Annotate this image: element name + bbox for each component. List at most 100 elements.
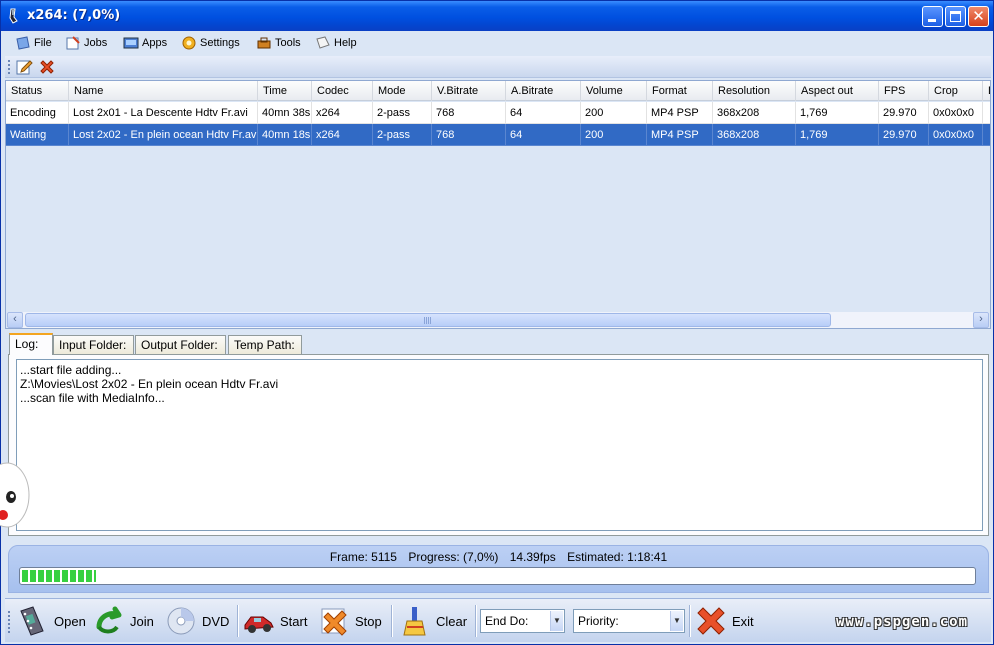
column-header-volume[interactable]: Volume — [581, 81, 647, 101]
edit-job-icon[interactable] — [15, 58, 33, 76]
exit-button[interactable]: Exit — [695, 604, 754, 638]
cell-status: Encoding — [6, 102, 69, 124]
scroll-left-icon[interactable]: ‹ — [7, 312, 23, 328]
column-header-name[interactable]: Name — [69, 81, 258, 101]
stop-icon — [321, 608, 347, 636]
cell-fps: 29.970 — [879, 124, 929, 146]
column-header-abitrate[interactable]: A.Bitrate — [506, 81, 581, 101]
toolbar-grip — [8, 60, 10, 74]
column-header-resolution[interactable]: Resolution — [713, 81, 796, 101]
cell-abitrate: 64 — [506, 102, 581, 124]
progress-text: Progress: (7,0%) — [408, 550, 499, 564]
mascot-icon — [0, 462, 30, 528]
cell-status: Waiting — [6, 124, 69, 146]
column-header-mode[interactable]: Mode — [373, 81, 432, 101]
exit-x-icon — [697, 607, 725, 635]
job-grid[interactable]: Status Name Time Codec Mode V.Bitrate A.… — [5, 80, 991, 329]
table-row-selected[interactable]: Waiting Lost 2x02 - En plein ocean Hdtv … — [6, 124, 990, 146]
join-button-label: Join — [130, 613, 154, 629]
cell-abitrate: 64 — [506, 124, 581, 146]
minimize-button[interactable] — [922, 6, 943, 27]
cell-aspect-out: 1,769 — [796, 124, 879, 146]
chevron-down-icon[interactable]: ▼ — [670, 611, 683, 631]
column-header-aspect-out[interactable]: Aspect out — [796, 81, 879, 101]
end-do-select[interactable]: End Do: ▼ — [480, 609, 565, 633]
estimated-time: Estimated: 1:18:41 — [567, 550, 668, 564]
tab-temp-path[interactable]: Temp Path: — [228, 335, 302, 355]
cell-mode: 2-pass — [373, 124, 432, 146]
toolbar-separator — [391, 605, 393, 637]
start-button[interactable]: Start — [243, 604, 307, 638]
priority-select[interactable]: Priority: ▼ — [573, 609, 685, 633]
close-button[interactable]: ✕ — [968, 6, 989, 27]
column-header-codec[interactable]: Codec — [312, 81, 373, 101]
site-watermark: www.pspgen.com — [836, 614, 969, 630]
maximize-button[interactable] — [945, 6, 966, 27]
log-line: Z:\Movies\Lost 2x02 - En plein ocean Hdt… — [20, 377, 279, 391]
jobs-icon — [66, 36, 80, 50]
open-button[interactable]: Open — [17, 604, 86, 638]
scrollbar-thumb[interactable] — [25, 313, 831, 327]
clear-button-label: Clear — [436, 613, 468, 629]
help-icon — [316, 36, 330, 49]
column-header-d[interactable]: D — [983, 81, 990, 101]
log-textarea[interactable]: ...start file adding... Z:\Movies\Lost 2… — [16, 359, 983, 531]
cell-name: Lost 2x01 - La Descente Hdtv Fr.avi — [69, 102, 258, 124]
column-header-time[interactable]: Time — [258, 81, 312, 101]
menu-help-label: Help — [334, 37, 357, 49]
menu-apps[interactable]: Apps — [123, 34, 167, 52]
job-toolbar — [5, 56, 991, 78]
column-header-fps[interactable]: FPS — [879, 81, 929, 101]
delete-job-icon[interactable] — [38, 58, 56, 76]
grid-header: Status Name Time Codec Mode V.Bitrate A.… — [6, 81, 990, 101]
cell-crop: 0x0x0x0 — [929, 102, 983, 124]
fps-readout: 14.39fps — [509, 550, 556, 564]
minimize-icon — [928, 19, 936, 22]
column-header-vbitrate[interactable]: V.Bitrate — [432, 81, 506, 101]
join-icon — [96, 606, 122, 634]
cell-format: MP4 PSP — [647, 124, 713, 146]
menu-tools[interactable]: Tools — [256, 34, 301, 52]
toolbar-grip — [8, 611, 10, 633]
toolbar-separator — [475, 605, 477, 637]
menu-help[interactable]: Help — [315, 34, 357, 52]
apps-icon — [123, 37, 139, 49]
table-row[interactable]: Encoding Lost 2x01 - La Descente Hdtv Fr… — [6, 102, 990, 124]
chevron-down-icon[interactable]: ▼ — [550, 611, 563, 631]
tab-output-folder[interactable]: Output Folder: — [135, 335, 226, 355]
grid-horizontal-scrollbar[interactable]: ‹ › — [7, 312, 989, 328]
cell-mode: 2-pass — [373, 102, 432, 124]
menu-file-label: File — [34, 37, 52, 49]
film-open-icon — [20, 606, 44, 636]
stop-button[interactable]: Stop — [318, 604, 382, 638]
column-header-crop[interactable]: Crop — [929, 81, 983, 101]
race-car-icon — [244, 616, 274, 633]
clear-button[interactable]: Clear — [399, 604, 467, 638]
open-button-label: Open — [54, 613, 86, 629]
join-button[interactable]: Join — [93, 604, 154, 638]
scroll-right-icon[interactable]: › — [973, 312, 989, 328]
menu-settings-label: Settings — [200, 37, 240, 49]
cell-vbitrate: 768 — [432, 102, 506, 124]
menu-settings[interactable]: Settings — [181, 34, 240, 52]
tab-input-folder[interactable]: Input Folder: — [53, 335, 134, 355]
start-button-label: Start — [280, 613, 308, 629]
menu-jobs[interactable]: Jobs — [65, 34, 107, 52]
progress-bar — [19, 567, 976, 585]
cell-volume: 200 — [581, 102, 647, 124]
end-do-label: End Do: — [485, 614, 529, 628]
column-header-status[interactable]: Status — [6, 81, 69, 101]
cell-format: MP4 PSP — [647, 102, 713, 124]
column-header-format[interactable]: Format — [647, 81, 713, 101]
tab-log[interactable]: Log: — [9, 333, 53, 355]
menu-file[interactable]: File — [15, 34, 52, 52]
log-line: ...scan file with MediaInfo... — [20, 391, 165, 405]
tab-panel: ...start file adding... Z:\Movies\Lost 2… — [8, 354, 989, 536]
cell-resolution: 368x208 — [713, 124, 796, 146]
toolbar-separator — [237, 605, 239, 637]
menu-apps-label: Apps — [142, 37, 168, 49]
cell-d — [983, 102, 990, 124]
cell-d — [983, 124, 990, 146]
dvd-button[interactable]: DVD — [165, 604, 229, 638]
title-bar[interactable]: x264: (7,0%) ✕ — [1, 1, 993, 31]
